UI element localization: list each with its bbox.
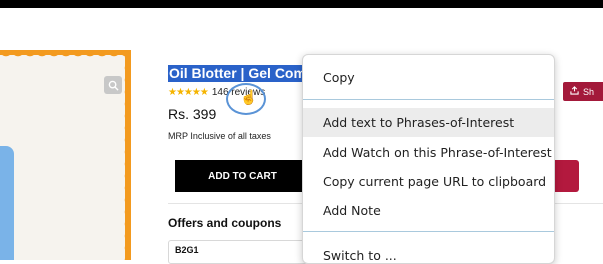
menu-separator xyxy=(303,231,554,232)
menu-item-add-watch[interactable]: Add Watch on this Phrase-of-Interest xyxy=(303,138,554,167)
hand-pointer-icon: ☝ xyxy=(240,89,258,105)
share-label: Sh xyxy=(583,86,595,97)
menu-item-add-note[interactable]: Add Note xyxy=(303,196,554,225)
menu-item-copy[interactable]: Copy xyxy=(303,63,554,92)
offers-title: Offers and coupons xyxy=(168,216,282,230)
rating-stars: ★★★★★ xyxy=(168,87,209,98)
product-price: Rs. 399 xyxy=(168,106,217,122)
scallop-border-top xyxy=(0,50,131,62)
coupon-code: B2G1 xyxy=(175,245,199,255)
product-title: Oil Blotter | Gel Com xyxy=(168,65,304,82)
menu-separator xyxy=(303,99,554,100)
share-button[interactable]: Sh xyxy=(563,82,603,101)
context-menu: Copy Add text to Phrases-of-Interest Add… xyxy=(302,54,555,264)
product-bottle xyxy=(0,146,14,260)
top-bar xyxy=(0,0,603,8)
add-to-cart-button[interactable]: ADD TO CART xyxy=(175,160,310,192)
menu-item-copy-url[interactable]: Copy current page URL to clipboard xyxy=(303,167,554,196)
zoom-icon[interactable] xyxy=(104,76,122,94)
menu-item-add-phrase[interactable]: Add text to Phrases-of-Interest xyxy=(303,108,554,137)
share-icon xyxy=(570,86,579,97)
coupon-card[interactable]: B2G1 xyxy=(168,240,308,264)
mrp-note: MRP Inclusive of all taxes xyxy=(168,131,271,141)
